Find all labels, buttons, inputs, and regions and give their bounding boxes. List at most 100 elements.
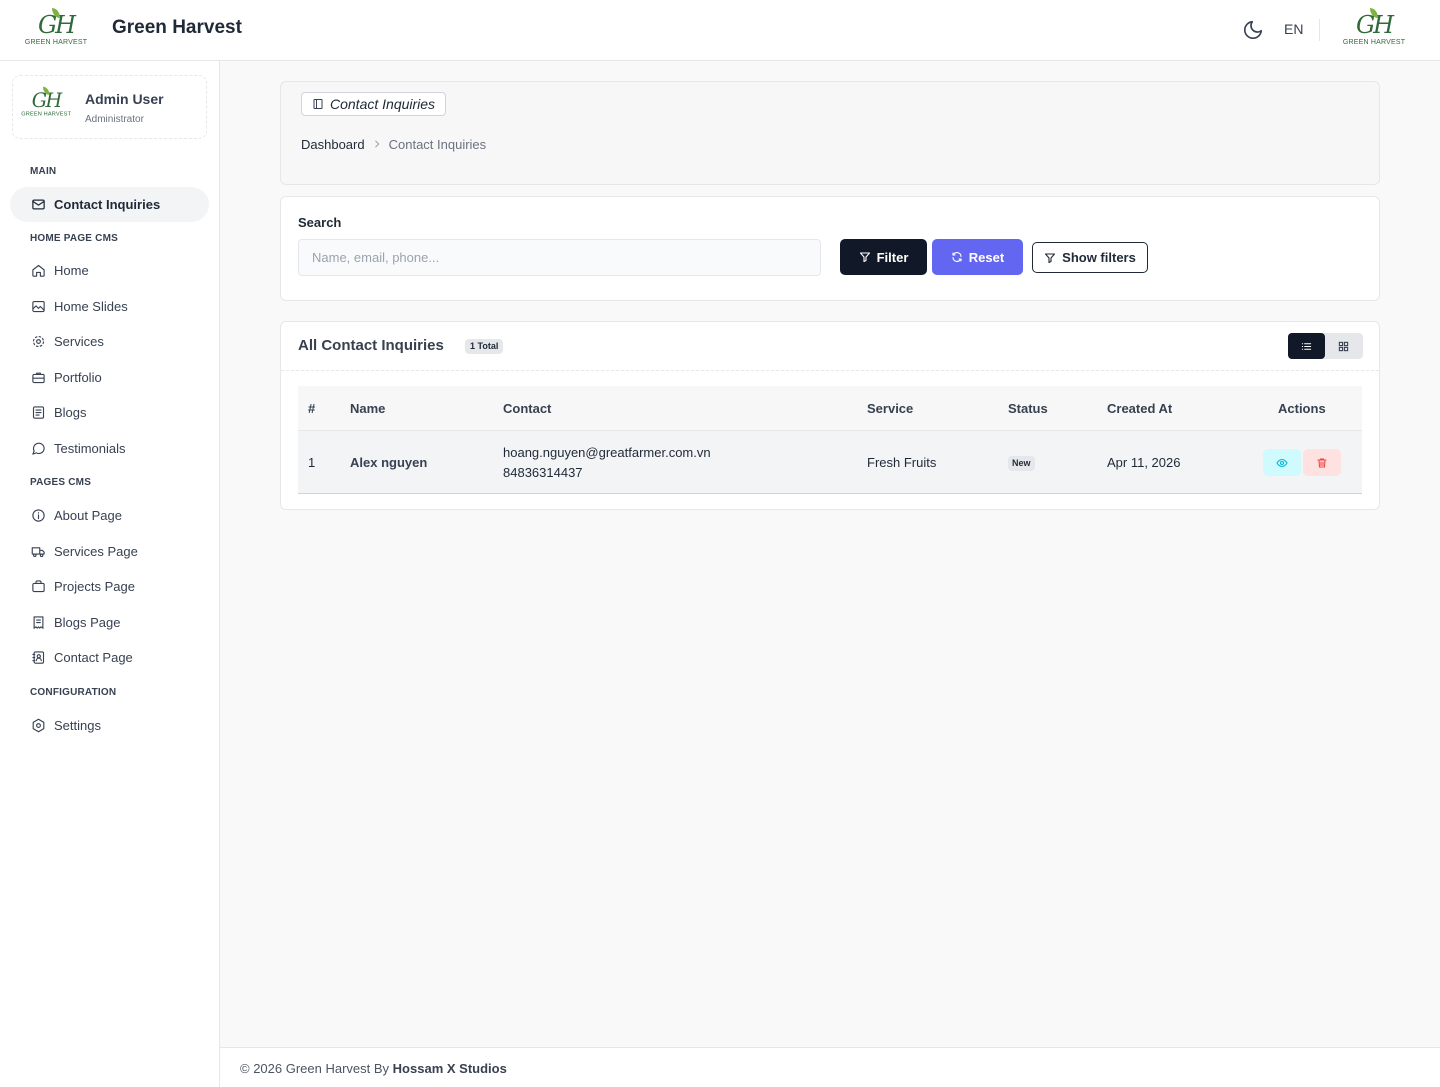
sidebar-item-about-page[interactable]: About Page bbox=[10, 498, 209, 533]
show-filters-label: Show filters bbox=[1062, 250, 1136, 265]
sidebar-item-contact-page[interactable]: Contact Page bbox=[10, 640, 209, 675]
row-phone[interactable]: 84836314437 bbox=[503, 465, 583, 480]
chat-icon bbox=[30, 441, 46, 457]
grid-icon bbox=[1338, 341, 1349, 351]
sidebar-item-label: Services bbox=[54, 334, 104, 349]
funnel-icon bbox=[1045, 252, 1056, 263]
language-switcher[interactable]: EN bbox=[1284, 21, 1303, 37]
sidebar-item-projects-page[interactable]: Projects Page bbox=[10, 569, 209, 604]
avatar: GH GREEN HARVEST bbox=[21, 86, 71, 119]
row-email[interactable]: hoang.nguyen@greatfarmer.com.vn bbox=[503, 445, 711, 460]
sidebar-item-contact-inquiries[interactable]: Contact Inquiries bbox=[10, 187, 209, 222]
logo-text: GREEN HARVEST bbox=[1342, 39, 1406, 46]
column-header-created-at[interactable]: Created At bbox=[1107, 401, 1172, 416]
page-header-card: Contact Inquiries Dashboard Contact Inqu… bbox=[280, 81, 1380, 185]
receipt-icon bbox=[30, 615, 46, 631]
search-label: Search bbox=[298, 215, 342, 230]
table-title: All Contact Inquiries bbox=[298, 337, 444, 354]
sidebar-item-label: Portfolio bbox=[54, 370, 102, 385]
breadcrumb: Dashboard Contact Inquiries bbox=[301, 137, 486, 152]
filter-button[interactable]: Filter bbox=[840, 239, 927, 275]
sidebar-item-label: Blogs Page bbox=[54, 615, 121, 630]
brand-logo[interactable]: GH GREEN HARVEST bbox=[24, 8, 88, 50]
gear-icon bbox=[30, 334, 46, 350]
column-header-actions: Actions bbox=[1278, 401, 1326, 416]
grid-view-button[interactable] bbox=[1325, 333, 1362, 359]
bag-icon bbox=[30, 579, 46, 595]
logo-mark: GH bbox=[38, 8, 76, 37]
moon-icon bbox=[1243, 20, 1263, 40]
footer: © 2026 Green Harvest By Hossam X Studios bbox=[220, 1047, 1440, 1087]
status-badge: New bbox=[1008, 456, 1035, 471]
trash-icon bbox=[1317, 457, 1327, 468]
sidebar-item-services[interactable]: Services bbox=[10, 324, 209, 359]
card-divider bbox=[281, 370, 1379, 371]
sidebar-item-testimonials[interactable]: Testimonials bbox=[10, 431, 209, 466]
user-role: Administrator bbox=[85, 114, 144, 125]
contact-book-icon bbox=[30, 650, 46, 666]
delete-button[interactable] bbox=[1303, 449, 1341, 476]
sidebar-item-label: Contact Inquiries bbox=[54, 197, 161, 212]
total-count-badge: 1 Total bbox=[465, 339, 504, 354]
section-label-configuration: CONFIGURATION bbox=[30, 687, 117, 698]
sidebar-item-label: Services Page bbox=[54, 544, 138, 559]
column-header-index: # bbox=[308, 401, 316, 416]
sidebar-item-home-slides[interactable]: Home Slides bbox=[10, 289, 209, 324]
footer-text: © 2026 Green Harvest By Hossam X Studios bbox=[240, 1061, 507, 1076]
search-card: Search Filter Reset Show filters bbox=[280, 196, 1380, 301]
logo-text: GREEN HARVEST bbox=[24, 39, 88, 46]
section-label-main: MAIN bbox=[30, 166, 57, 177]
sidebar-item-settings[interactable]: Settings bbox=[10, 708, 209, 743]
image-icon bbox=[30, 299, 46, 315]
list-icon bbox=[1301, 342, 1312, 350]
sidebar-item-home[interactable]: Home bbox=[10, 253, 209, 288]
column-header-service[interactable]: Service bbox=[867, 401, 913, 416]
top-header: GH GREEN HARVEST Green Harvest EN GH GRE… bbox=[0, 0, 1440, 61]
sidebar-item-blogs[interactable]: Blogs bbox=[10, 395, 209, 430]
breadcrumb-current: Contact Inquiries bbox=[388, 137, 487, 152]
reset-button[interactable]: Reset bbox=[932, 239, 1023, 275]
reset-button-label: Reset bbox=[968, 249, 1005, 265]
eye-icon bbox=[1276, 458, 1288, 467]
header-divider bbox=[1319, 19, 1320, 41]
row-service: Fresh Fruits bbox=[867, 455, 937, 470]
book-icon bbox=[313, 99, 323, 109]
row-created-at: Apr 11, 2026 bbox=[1107, 455, 1181, 470]
sidebar: GH GREEN HARVEST Admin User Administrato… bbox=[0, 61, 220, 1087]
sidebar-item-label: Blogs bbox=[54, 405, 87, 420]
sidebar-item-label: Projects Page bbox=[54, 579, 135, 594]
funnel-icon bbox=[859, 252, 870, 263]
footer-brand[interactable]: Hossam X Studios bbox=[393, 1061, 507, 1076]
list-view-button[interactable] bbox=[1288, 333, 1325, 359]
column-header-status[interactable]: Status bbox=[1008, 401, 1048, 416]
column-header-name[interactable]: Name bbox=[350, 401, 385, 416]
page-title-label: Contact Inquiries bbox=[330, 96, 436, 112]
inquiries-table-card: All Contact Inquiries 1 Total # Name Con… bbox=[280, 321, 1380, 510]
mail-icon bbox=[30, 197, 46, 213]
view-button[interactable] bbox=[1263, 449, 1301, 476]
info-icon bbox=[30, 508, 46, 524]
show-filters-button[interactable]: Show filters bbox=[1032, 242, 1148, 273]
app-title: Green Harvest bbox=[112, 17, 242, 38]
truck-icon bbox=[30, 544, 46, 560]
brand-logo-right[interactable]: GH GREEN HARVEST bbox=[1342, 8, 1406, 50]
column-header-contact[interactable]: Contact bbox=[503, 401, 551, 416]
sidebar-item-label: Home bbox=[54, 263, 89, 278]
section-label-pages-cms: PAGES CMS bbox=[30, 477, 92, 488]
sidebar-item-blogs-page[interactable]: Blogs Page bbox=[10, 605, 209, 640]
document-icon bbox=[30, 405, 46, 421]
filter-button-label: Filter bbox=[876, 249, 909, 265]
search-input[interactable] bbox=[298, 239, 821, 276]
dark-mode-toggle[interactable] bbox=[1242, 19, 1264, 41]
sidebar-item-label: Settings bbox=[54, 718, 101, 733]
sidebar-item-services-page[interactable]: Services Page bbox=[10, 534, 209, 569]
sidebar-item-label: About Page bbox=[54, 508, 122, 523]
home-icon bbox=[30, 263, 46, 279]
table-row[interactable]: 1 Alex nguyen hoang.nguyen@greatfarmer.c… bbox=[298, 430, 1362, 494]
sidebar-item-label: Contact Page bbox=[54, 650, 133, 665]
sidebar-item-portfolio[interactable]: Portfolio bbox=[10, 360, 209, 395]
briefcase-icon bbox=[30, 370, 46, 386]
breadcrumb-dashboard[interactable]: Dashboard bbox=[301, 137, 365, 152]
logo-mark: GH bbox=[1356, 8, 1394, 37]
user-card[interactable]: GH GREEN HARVEST Admin User Administrato… bbox=[12, 75, 207, 139]
